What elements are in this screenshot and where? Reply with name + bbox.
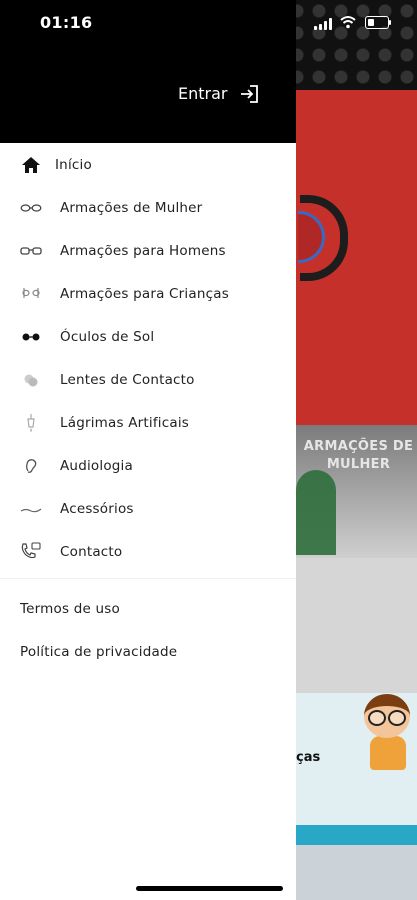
- menu-item-label: Óculos de Sol: [60, 329, 155, 345]
- menu-item-label: Armações para Homens: [60, 243, 226, 259]
- wifi-icon: [340, 16, 356, 29]
- cellular-signal-icon: [314, 18, 334, 30]
- terms-link[interactable]: Termos de uso: [20, 601, 120, 617]
- login-button[interactable]: Entrar: [178, 84, 259, 103]
- sunglasses-icon: [20, 327, 42, 347]
- women-glasses-icon: [20, 198, 42, 218]
- menu-item-lagrimas[interactable]: Lágrimas Artificais: [0, 403, 296, 443]
- menu-item-label: Armações para Crianças: [60, 286, 229, 302]
- status-bar: 01:16: [0, 0, 417, 48]
- login-label: Entrar: [178, 84, 228, 103]
- accessories-icon: [20, 499, 42, 519]
- menu-item-acessorios[interactable]: Acessórios: [0, 489, 296, 529]
- store-banner-strip: [296, 825, 417, 845]
- menu-item-armacoes-homens[interactable]: Armações para Homens: [0, 231, 296, 271]
- menu-item-audiologia[interactable]: Audiologia: [0, 446, 296, 486]
- menu-item-label: Início: [55, 157, 92, 173]
- home-icon: [20, 155, 42, 175]
- battery-tip: [389, 20, 391, 25]
- contact-lens-icon: [20, 370, 42, 390]
- menu-item-label: Lentes de Contacto: [60, 372, 195, 388]
- menu-item-contacto[interactable]: Contacto: [0, 532, 296, 572]
- kid-illustration: [360, 690, 415, 774]
- menu-item-label: Audiologia: [60, 458, 133, 474]
- menu-item-label: Contacto: [60, 544, 123, 560]
- category-banner-women-label: ARMAÇÕES DE MULHER: [303, 439, 414, 472]
- menu-item-oculos-sol[interactable]: Óculos de Sol: [0, 317, 296, 357]
- menu-item-inicio[interactable]: Início: [0, 145, 296, 185]
- ear-icon: [20, 456, 42, 476]
- menu-item-label: Armações de Mulher: [60, 200, 203, 216]
- men-glasses-icon: [20, 241, 42, 261]
- phone-contact-icon: [20, 542, 42, 562]
- status-time: 01:16: [40, 13, 93, 32]
- login-icon: [241, 84, 259, 103]
- menu-item-label: Lágrimas Artificais: [60, 415, 190, 431]
- menu-item-lentes-contacto[interactable]: Lentes de Contacto: [0, 360, 296, 400]
- battery-icon: [365, 16, 389, 29]
- plant-decoration: [296, 470, 336, 555]
- privacy-link[interactable]: Política de privacidade: [20, 644, 177, 660]
- eye-drops-icon: [20, 413, 42, 433]
- navigation-drawer: Entrar Início Armações de Mulher Armaçõe…: [0, 0, 296, 900]
- menu-divider: [0, 578, 296, 579]
- menu-item-label: Acessórios: [60, 501, 134, 517]
- menu-item-armacoes-mulher[interactable]: Armações de Mulher: [0, 188, 296, 228]
- kids-glasses-icon: [20, 284, 42, 304]
- category-banner-kids-label: ças: [296, 750, 321, 765]
- home-indicator: [136, 886, 283, 891]
- menu-item-armacoes-criancas[interactable]: Armações para Crianças: [0, 274, 296, 314]
